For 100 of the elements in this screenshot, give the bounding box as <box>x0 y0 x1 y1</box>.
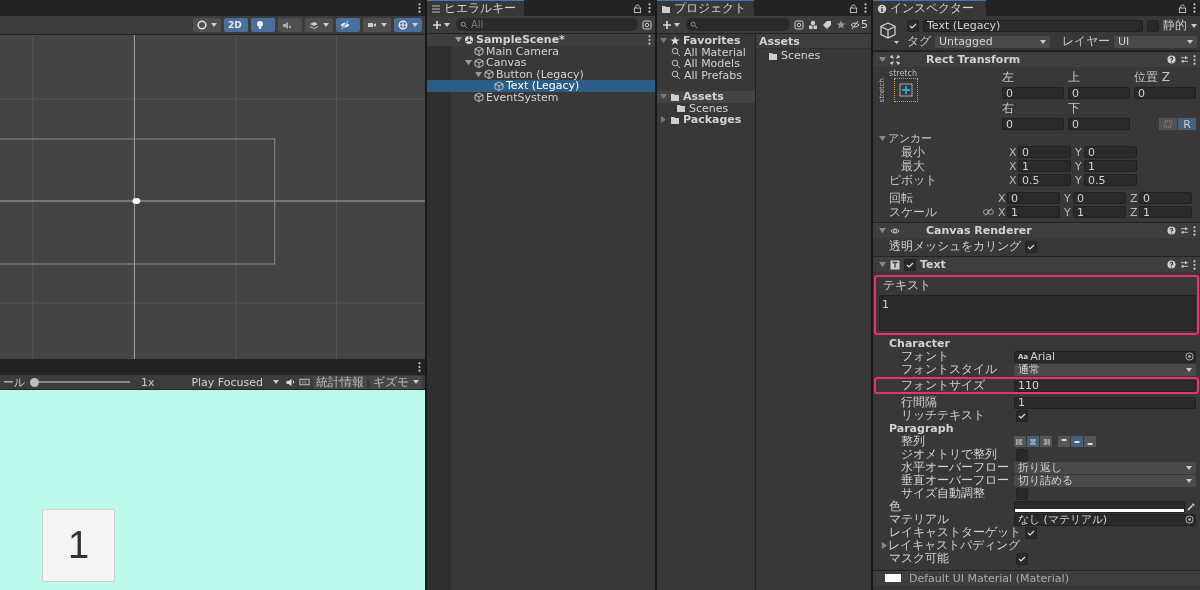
more-icon[interactable] <box>864 3 867 13</box>
help-icon[interactable] <box>1167 226 1176 235</box>
enabled-checkbox[interactable] <box>904 258 916 271</box>
anchors-foldout[interactable]: アンカー <box>879 132 1196 145</box>
number-field[interactable]: 0 <box>1002 87 1064 99</box>
align-button[interactable] <box>1071 436 1083 447</box>
layer-dropdown[interactable]: UI <box>1114 35 1197 48</box>
number-field[interactable]: 0.5 <box>1084 174 1137 186</box>
material-header[interactable]: Default UI Material (Material) <box>873 570 1200 585</box>
raw-edit-button[interactable]: R <box>1178 118 1196 130</box>
favorites-header[interactable]: Favorites <box>657 35 755 47</box>
dropdown[interactable]: 折り返し <box>1014 461 1196 474</box>
component-header[interactable]: Canvas Renderer <box>873 222 1200 238</box>
add-button[interactable] <box>430 19 452 30</box>
more-icon[interactable] <box>1193 54 1196 65</box>
foldout-arrow-icon[interactable] <box>879 261 886 268</box>
number-field[interactable]: 1 <box>1084 160 1137 172</box>
scene-row[interactable]: SampleScene* <box>427 34 655 46</box>
gizmos-button[interactable] <box>394 18 422 32</box>
search-field[interactable] <box>686 18 790 31</box>
dropdown[interactable]: 通常 <box>1014 363 1196 376</box>
more-icon[interactable] <box>648 3 651 13</box>
target-icon[interactable] <box>1185 352 1194 361</box>
inspector-tab[interactable]: インスペクター <box>873 0 986 16</box>
number-field[interactable]: 0 <box>1134 87 1196 99</box>
visibility-toggle[interactable] <box>336 18 360 32</box>
align-button[interactable] <box>1040 436 1052 447</box>
lock-icon[interactable] <box>633 3 642 13</box>
gizmos-button[interactable]: ギズモ <box>370 375 422 389</box>
caret-icon[interactable] <box>1191 23 1197 28</box>
name-field[interactable]: Text (Legacy) <box>923 19 1143 32</box>
link-icon[interactable] <box>983 208 994 216</box>
hidden-packages-button[interactable]: 5 <box>850 18 868 31</box>
effects-button[interactable] <box>305 18 333 32</box>
help-icon[interactable] <box>1167 55 1176 64</box>
object-field[interactable]: なし (マテリアル) <box>1014 513 1196 526</box>
help-icon[interactable] <box>1167 260 1176 269</box>
sliders-icon[interactable] <box>1180 260 1189 269</box>
number-field[interactable]: 0 <box>1002 118 1064 130</box>
number-field[interactable]: 1 <box>1139 206 1192 218</box>
sliders-icon[interactable] <box>1180 55 1189 64</box>
active-checkbox[interactable] <box>907 19 919 32</box>
search-filter-icon[interactable] <box>794 19 804 30</box>
number-field[interactable]: 0 <box>1084 146 1137 158</box>
foldout-arrow-icon[interactable] <box>879 227 886 234</box>
folder-item[interactable]: Assets <box>657 91 755 103</box>
number-field[interactable]: 0 <box>1068 87 1130 99</box>
number-field[interactable]: 0.5 <box>1018 174 1071 186</box>
lock-icon[interactable] <box>1178 3 1187 13</box>
foldout-arrow-icon[interactable] <box>660 37 667 45</box>
checkbox[interactable] <box>1016 487 1028 500</box>
shading-button[interactable] <box>193 18 221 32</box>
foldout-arrow-icon[interactable] <box>881 542 888 549</box>
favorite-item[interactable]: All Material <box>657 46 755 58</box>
component-header[interactable]: Rect Transform <box>873 51 1200 67</box>
search-filter-icon[interactable] <box>642 19 652 30</box>
number-field[interactable]: 0 <box>1139 192 1192 204</box>
speaker-icon[interactable] <box>285 377 296 387</box>
tag-icon[interactable] <box>822 19 832 30</box>
checkbox[interactable] <box>1016 552 1028 565</box>
more-icon[interactable] <box>1193 259 1196 270</box>
folder-item[interactable]: Scenes <box>756 49 871 62</box>
number-field[interactable]: 1 <box>1007 206 1060 218</box>
number-field[interactable]: 0 <box>1073 192 1126 204</box>
target-icon[interactable] <box>1185 515 1194 524</box>
cube-icon[interactable] <box>879 21 901 45</box>
number-field[interactable]: 0 <box>1068 118 1130 130</box>
lock-icon[interactable] <box>849 3 858 13</box>
mode-toggle[interactable]: 2D <box>224 18 248 32</box>
checkbox[interactable] <box>1016 409 1028 422</box>
component-header[interactable]: Text <box>873 256 1200 272</box>
shapes-icon[interactable] <box>808 19 818 30</box>
scale-slider[interactable] <box>30 377 130 387</box>
more-icon[interactable] <box>1193 3 1196 13</box>
lighting-toggle[interactable] <box>251 18 275 32</box>
anchor-preset-button[interactable] <box>894 78 918 103</box>
tag-dropdown[interactable]: Untagged <box>935 35 1050 48</box>
favorite-item[interactable]: All Models <box>657 58 755 70</box>
hierarchy-tab[interactable]: ヒエラルキー <box>427 0 524 16</box>
number-field[interactable]: 1 <box>1018 160 1071 172</box>
camera-button[interactable] <box>363 18 391 32</box>
checkbox[interactable] <box>1025 526 1037 539</box>
play-mode-dropdown[interactable]: Play Focused <box>188 375 282 389</box>
number-field[interactable]: 1 <box>1073 206 1126 218</box>
align-button[interactable] <box>1084 436 1096 447</box>
folder-item[interactable]: Packages <box>657 114 755 126</box>
sliders-icon[interactable] <box>1180 226 1189 235</box>
checkbox[interactable] <box>1025 240 1037 253</box>
number-field[interactable]: 0 <box>1018 146 1071 158</box>
number-field[interactable]: 1 <box>1014 396 1196 409</box>
star-icon[interactable] <box>836 19 846 30</box>
hierarchy-item[interactable]: Text (Legacy) <box>427 80 655 92</box>
more-icon[interactable] <box>418 3 421 13</box>
add-button[interactable] <box>660 19 682 30</box>
more-icon[interactable] <box>1193 225 1196 236</box>
more-icon[interactable] <box>648 34 651 45</box>
project-tab[interactable]: プロジェクト <box>657 0 754 16</box>
dropdown[interactable]: 切り詰める <box>1014 474 1196 487</box>
number-field[interactable]: 110 <box>1014 379 1196 392</box>
number-field[interactable]: 0 <box>1007 192 1060 204</box>
